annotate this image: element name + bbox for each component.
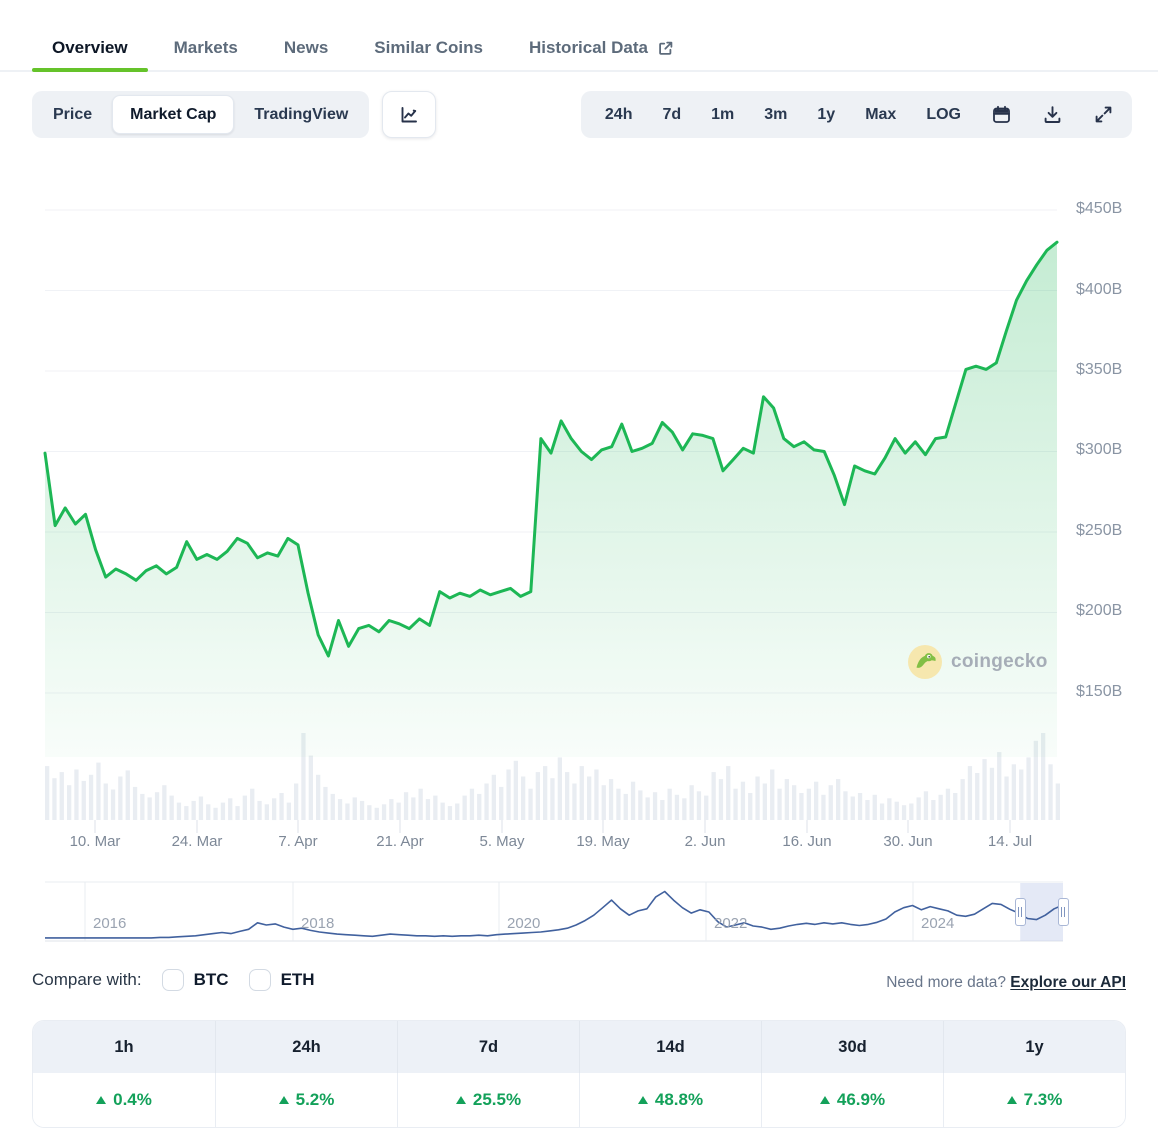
- triangle-up-icon: [1007, 1096, 1017, 1104]
- triangle-up-icon: [96, 1096, 106, 1104]
- triangle-up-icon: [279, 1096, 289, 1104]
- line-chart-icon: [398, 104, 420, 126]
- range-log[interactable]: LOG: [911, 106, 976, 124]
- compare-eth[interactable]: ETH: [249, 969, 315, 991]
- x-axis-tick: 19. May: [576, 833, 629, 850]
- y-axis-tick: $400B: [1076, 281, 1148, 299]
- timeline-navigator[interactable]: [45, 882, 1063, 941]
- performance-table-header: 1h 24h 7d 14d 30d 1y: [33, 1021, 1125, 1073]
- navigator-year-label: 2022: [714, 915, 747, 932]
- triangle-up-icon: [456, 1096, 466, 1104]
- tab-label: Similar Coins: [374, 38, 483, 58]
- page-tabs: Overview Markets News Similar Coins Hist…: [0, 26, 1158, 72]
- range-max[interactable]: Max: [850, 106, 911, 124]
- chart-toolbar: Price Market Cap TradingView 24h 7d 1m 3…: [32, 91, 1132, 138]
- download-button[interactable]: [1027, 104, 1078, 125]
- external-link-icon: [657, 40, 674, 57]
- chart-type-price[interactable]: Price: [36, 95, 109, 134]
- tab-label: News: [284, 38, 328, 58]
- x-axis-tick: 16. Jun: [782, 833, 831, 850]
- col-header-7d: 7d: [397, 1021, 579, 1073]
- y-axis-tick: $350B: [1076, 361, 1148, 379]
- x-axis-tick: 10. Mar: [70, 833, 121, 850]
- col-header-1h: 1h: [33, 1021, 215, 1073]
- y-axis-tick: $200B: [1076, 602, 1148, 620]
- expand-button[interactable]: [1078, 104, 1123, 125]
- y-axis-tick: $250B: [1076, 522, 1148, 540]
- change-14d: 48.8%: [579, 1073, 761, 1127]
- col-header-14d: 14d: [579, 1021, 761, 1073]
- x-axis-tick: 30. Jun: [883, 833, 932, 850]
- tab-historical-data[interactable]: Historical Data: [509, 26, 694, 70]
- navigator-year-label: 2016: [93, 915, 126, 932]
- y-axis-tick: $150B: [1076, 683, 1148, 701]
- performance-table: 1h 24h 7d 14d 30d 1y 0.4% 5.2% 25.5% 48.…: [32, 1020, 1126, 1128]
- change-1y: 7.3%: [943, 1073, 1125, 1127]
- col-header-1y: 1y: [943, 1021, 1125, 1073]
- chart-type-switch: Price Market Cap TradingView: [32, 91, 369, 138]
- compare-btc[interactable]: BTC: [162, 969, 229, 991]
- x-axis-tick: 5. May: [479, 833, 524, 850]
- range-3m[interactable]: 3m: [749, 106, 802, 124]
- btc-label: BTC: [194, 970, 229, 990]
- change-24h: 5.2%: [215, 1073, 397, 1127]
- range-1y[interactable]: 1y: [802, 106, 850, 124]
- api-prompt: Need more data? Explore our API: [886, 974, 1126, 992]
- api-prompt-text: Need more data?: [886, 974, 1006, 991]
- x-axis-tick: 7. Apr: [278, 833, 317, 850]
- chart-type-tradingview[interactable]: TradingView: [237, 95, 365, 134]
- tab-similar-coins[interactable]: Similar Coins: [354, 26, 503, 70]
- compare-label: Compare with:: [32, 970, 142, 990]
- navigator-left-handle[interactable]: [1015, 898, 1026, 926]
- x-axis-tick: 2. Jun: [685, 833, 726, 850]
- time-range-group: 24h 7d 1m 3m 1y Max LOG: [581, 91, 1132, 138]
- tab-label: Historical Data: [529, 38, 648, 58]
- navigator-year-label: 2024: [921, 915, 954, 932]
- x-axis-tick: 14. Jul: [988, 833, 1032, 850]
- eth-checkbox[interactable]: [249, 969, 271, 991]
- tab-news[interactable]: News: [264, 26, 348, 70]
- chart-style-button[interactable]: [382, 91, 436, 138]
- x-axis-tick: 21. Apr: [376, 833, 424, 850]
- col-header-24h: 24h: [215, 1021, 397, 1073]
- btc-checkbox[interactable]: [162, 969, 184, 991]
- change-7d: 25.5%: [397, 1073, 579, 1127]
- tab-label: Overview: [52, 38, 128, 58]
- range-7d[interactable]: 7d: [647, 106, 696, 124]
- col-header-30d: 30d: [761, 1021, 943, 1073]
- navigator-year-label: 2020: [507, 915, 540, 932]
- y-axis-tick: $450B: [1076, 200, 1148, 218]
- chart-type-market-cap[interactable]: Market Cap: [112, 95, 234, 134]
- calendar-button[interactable]: [976, 104, 1027, 125]
- range-1m[interactable]: 1m: [696, 106, 749, 124]
- x-axis-tick: 24. Mar: [172, 833, 223, 850]
- change-1h: 0.4%: [33, 1073, 215, 1127]
- compare-row: Compare with: BTC ETH: [32, 969, 315, 991]
- explore-api-link[interactable]: Explore our API: [1010, 974, 1126, 991]
- navigator-year-label: 2018: [301, 915, 334, 932]
- performance-table-values: 0.4% 5.2% 25.5% 48.8% 46.9% 7.3%: [33, 1073, 1125, 1127]
- tab-overview[interactable]: Overview: [32, 26, 148, 70]
- triangle-up-icon: [638, 1096, 648, 1104]
- main-chart-area[interactable]: [45, 180, 1057, 820]
- range-24h[interactable]: 24h: [590, 106, 648, 124]
- tab-markets[interactable]: Markets: [154, 26, 258, 70]
- navigator-right-handle[interactable]: [1058, 898, 1069, 926]
- triangle-up-icon: [820, 1096, 830, 1104]
- y-axis-tick: $300B: [1076, 441, 1148, 459]
- change-30d: 46.9%: [761, 1073, 943, 1127]
- eth-label: ETH: [281, 970, 315, 990]
- tab-label: Markets: [174, 38, 238, 58]
